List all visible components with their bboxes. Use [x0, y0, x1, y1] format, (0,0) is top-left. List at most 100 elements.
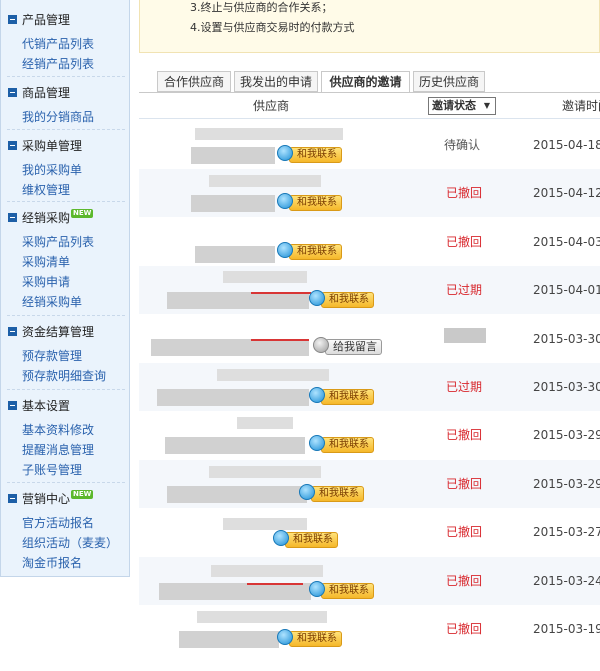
table-row: 和我联系 已撤回 2015-03-27 1	[139, 508, 600, 556]
redacted-supplier-detail	[159, 583, 311, 600]
contact-button-label: 和我联系	[321, 292, 374, 308]
redacted-supplier-detail	[195, 246, 275, 263]
wangwang-online-icon	[277, 629, 293, 645]
column-header-supplier: 供应商	[253, 99, 290, 113]
invitation-date: 2015-03-29 2	[533, 428, 600, 442]
table-row: 和我联系 已过期 2015-03-30 1	[139, 363, 600, 411]
table-row: 和我联系 已过期 2015-04-01 1	[139, 266, 600, 314]
tab-3[interactable]: 历史供应商	[413, 71, 485, 92]
collapse-icon[interactable]	[8, 213, 17, 222]
sidebar-link[interactable]: 预存款管理	[22, 347, 82, 365]
table-row: 和我联系 已撤回 2015-03-19 1	[139, 605, 600, 653]
invitation-date: 2015-04-01 1	[533, 283, 600, 297]
redacted-status	[444, 328, 486, 343]
contact-button-label: 和我联系	[311, 486, 364, 502]
sidebar-section-3[interactable]: 经销采购 NEW	[8, 209, 94, 227]
invitation-status: 已撤回	[446, 574, 483, 588]
sidebar-link[interactable]: 官方活动报名	[22, 514, 94, 532]
red-underline	[251, 339, 309, 341]
table-row: 和我联系 已撤回 2015-03-29 1	[139, 460, 600, 508]
sidebar-link[interactable]: 基本资料修改	[22, 421, 94, 439]
notice-line: 4.设置与供应商交易时的付款方式	[190, 21, 355, 34]
wangwang-online-icon	[309, 387, 325, 403]
wangwang-online-icon	[309, 581, 325, 597]
wangwang-online-icon	[277, 193, 293, 209]
sidebar-section-0[interactable]: 产品管理	[8, 11, 70, 29]
invitation-status: 已撤回	[446, 428, 483, 442]
sidebar-section-title: 经销采购	[22, 211, 71, 225]
redacted-supplier-name	[197, 611, 327, 623]
sidebar-link[interactable]: 提醒消息管理	[22, 441, 94, 459]
sidebar-link[interactable]: 经销产品列表	[22, 55, 94, 73]
sidebar-link[interactable]: 采购产品列表	[22, 233, 94, 251]
sidebar-divider	[7, 76, 125, 77]
redacted-supplier-name	[209, 175, 321, 187]
sidebar-section-2[interactable]: 采购单管理	[8, 137, 82, 155]
sidebar-link[interactable]: 子账号管理	[22, 461, 82, 479]
invitation-date: 2015-03-19 1	[533, 622, 600, 636]
sidebar-link[interactable]: 代销产品列表	[22, 35, 94, 53]
sidebar-link[interactable]: 组织活动（麦麦）	[22, 534, 118, 552]
invitation-date: 2015-03-29 1	[533, 477, 600, 491]
sidebar-section-6[interactable]: 营销中心 NEW	[8, 490, 94, 508]
tab-0[interactable]: 合作供应商	[157, 71, 231, 92]
invitation-date: 2015-03-30 1	[533, 332, 600, 346]
red-underline	[247, 583, 303, 585]
redacted-supplier-detail	[151, 339, 309, 356]
tab-2[interactable]: 供应商的邀请	[321, 71, 410, 93]
contact-button-label: 和我联系	[285, 532, 338, 548]
invitation-status: 已过期	[446, 283, 483, 297]
sidebar-section-title: 营销中心	[22, 492, 71, 506]
redacted-supplier-detail	[179, 631, 279, 648]
redacted-supplier-detail	[191, 195, 275, 212]
invitation-status: 待确认	[444, 138, 481, 152]
sidebar-section-4[interactable]: 资金结算管理	[8, 323, 94, 341]
sidebar-section-1[interactable]: 商品管理	[8, 84, 70, 102]
wangwang-online-icon	[277, 145, 293, 161]
new-badge: NEW	[71, 490, 94, 499]
invitation-status: 已撤回	[446, 477, 483, 491]
table-row: 和我联系 已撤回 2015-03-29 2	[139, 411, 600, 459]
sidebar-link[interactable]: 经销采购单	[22, 293, 82, 311]
collapse-icon[interactable]	[8, 88, 17, 97]
sidebar-link[interactable]: 预存款明细查询	[22, 367, 106, 385]
status-filter-select[interactable]: 邀请状态 ▼	[428, 97, 496, 115]
sidebar-section-title: 采购单管理	[22, 139, 83, 153]
collapse-icon[interactable]	[8, 327, 17, 336]
collapse-icon[interactable]	[8, 401, 17, 410]
table-row: 和我联系 待确认 2015-04-18 1	[139, 121, 600, 169]
notice-line: 3.终止与供应商的合作关系；	[190, 1, 333, 14]
contact-button-label: 和我联系	[289, 195, 342, 211]
wangwang-online-icon	[277, 242, 293, 258]
tab-1[interactable]: 我发出的申请	[234, 71, 318, 92]
redacted-supplier-name	[211, 565, 323, 577]
sidebar-section-5[interactable]: 基本设置	[8, 397, 70, 415]
table-row: 和我联系 已撤回 2015-04-12 1	[139, 169, 600, 217]
collapse-icon[interactable]	[8, 141, 17, 150]
dropdown-arrow-icon: ▼	[483, 101, 490, 110]
contact-button-label: 和我联系	[289, 244, 342, 260]
red-underline	[251, 292, 311, 294]
table-row: 和我联系 已撤回 2015-04-03 1	[139, 218, 600, 266]
collapse-icon[interactable]	[8, 494, 17, 503]
invitation-date: 2015-04-12 1	[533, 186, 600, 200]
sidebar-link[interactable]: 我的采购单	[22, 161, 82, 179]
sidebar-link[interactable]: 维权管理	[22, 181, 70, 199]
table-row: 给我留言 2015-03-30 1	[139, 315, 600, 363]
collapse-icon[interactable]	[8, 15, 17, 24]
redacted-supplier-name	[223, 271, 307, 283]
redacted-supplier-name	[223, 518, 307, 530]
sidebar-link[interactable]: 我的分销商品	[22, 108, 94, 126]
sidebar: 产品管理代销产品列表 经销产品列表商品管理我的分销商品采购单管理我的采购单维权管理…	[0, 0, 130, 577]
wangwang-offline-icon	[313, 337, 329, 353]
invitation-date: 2015-03-30 1	[533, 380, 600, 394]
sidebar-section-title: 资金结算管理	[22, 325, 95, 339]
table-row: 和我联系 已撤回 2015-03-24 1	[139, 557, 600, 605]
sidebar-divider	[7, 315, 125, 316]
sidebar-link[interactable]: 采购清单	[22, 253, 70, 271]
wangwang-online-icon	[309, 435, 325, 451]
new-badge: NEW	[71, 209, 94, 218]
sidebar-section-title: 基本设置	[22, 399, 71, 413]
sidebar-link[interactable]: 淘金币报名	[22, 554, 82, 572]
sidebar-link[interactable]: 采购申请	[22, 273, 70, 291]
